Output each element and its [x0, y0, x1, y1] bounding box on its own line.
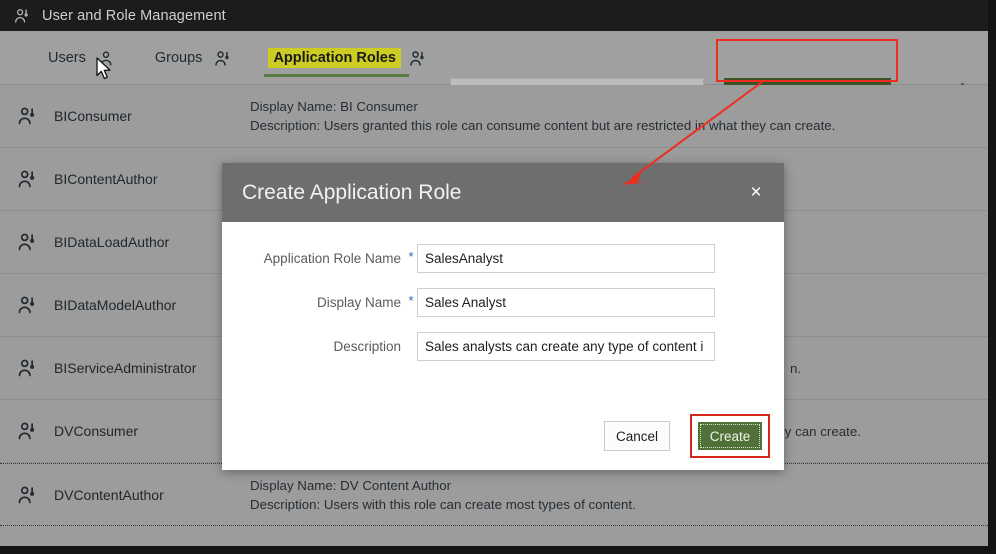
tab-users[interactable]: Users	[40, 31, 119, 85]
app-header: User and Role Management	[0, 0, 988, 31]
person-icon	[97, 49, 115, 68]
create-button[interactable]: Create	[698, 422, 762, 450]
tab-application-roles-label: Application Roles	[268, 48, 401, 68]
people-icon	[408, 49, 427, 68]
field-label: Display Name	[316, 295, 401, 310]
display-name-input[interactable]	[417, 288, 715, 317]
cancel-button[interactable]: Cancel	[604, 421, 670, 451]
tab-groups-label: Groups	[154, 50, 203, 66]
dialog-actions: Cancel Create	[604, 414, 770, 458]
people-icon	[0, 168, 54, 190]
role-name: BIDataModelAuthor	[54, 297, 177, 313]
tab-groups[interactable]: Groups	[147, 31, 237, 85]
dialog-body: Application Role Name * Display Name * D…	[222, 222, 784, 470]
application-role-name-input[interactable]	[417, 244, 715, 273]
role-details: Display Name: DV Content Author Descript…	[250, 476, 636, 514]
field-application-role-name: Application Role Name *	[222, 244, 784, 273]
role-display-name: Display Name: DV Content Author	[250, 477, 452, 493]
role-name: BIConsumer	[54, 108, 132, 124]
role-details: Display Name: BI Consumer Description: U…	[250, 97, 835, 135]
toolbar: Users Groups Application Roles Search wi…	[0, 31, 988, 105]
field-display-name: Display Name *	[222, 288, 784, 317]
role-name: DVConsumer	[54, 423, 139, 439]
screenshot-root: User and Role Management Users Groups Ap…	[0, 0, 996, 554]
role-name: BIDataLoadAuthor	[54, 234, 170, 250]
people-icon	[0, 294, 54, 316]
people-icon	[0, 484, 54, 506]
field-label: Application Role Name	[263, 251, 401, 266]
role-description: Description: Users granted this role can…	[250, 118, 836, 133]
table-row[interactable]: BIConsumer Display Name: BI Consumer Des…	[0, 85, 988, 148]
application-window: User and Role Management Users Groups Ap…	[0, 0, 996, 554]
description-input[interactable]	[417, 332, 715, 361]
tab-bar: Users Groups Application Roles	[40, 31, 459, 85]
dialog-title: Create Application Role	[242, 180, 462, 204]
app-title: User and Role Management	[42, 7, 226, 24]
role-name: DVContentAuthor	[54, 486, 164, 503]
people-icon	[0, 231, 54, 253]
people-icon	[0, 420, 54, 442]
field-label: Description	[333, 339, 401, 354]
table-row[interactable]: DVContentAuthor Display Name: DV Content…	[0, 463, 988, 526]
required-marker: *	[408, 293, 414, 308]
user-role-icon	[12, 6, 32, 26]
role-description: n.	[790, 360, 802, 376]
role-name: BIServiceAdministrator	[54, 360, 197, 376]
role-display-name: Display Name: BI Consumer	[250, 99, 418, 114]
tab-users-label: Users	[48, 50, 86, 66]
role-description: Description: Users with this role can cr…	[250, 496, 636, 512]
role-name: BIContentAuthor	[54, 171, 158, 187]
create-application-role-dialog: Create Application Role × Application Ro…	[222, 163, 784, 470]
tab-application-roles[interactable]: Application Roles	[264, 31, 430, 85]
create-button-annotation: Create	[690, 414, 770, 458]
people-icon	[0, 105, 54, 127]
close-icon[interactable]: ×	[746, 183, 766, 203]
people-icon	[213, 49, 232, 68]
dialog-header: Create Application Role ×	[222, 163, 784, 222]
people-icon	[0, 357, 54, 379]
role-details: n.	[790, 359, 801, 378]
required-marker: *	[408, 249, 414, 264]
field-description: Description	[222, 332, 784, 361]
